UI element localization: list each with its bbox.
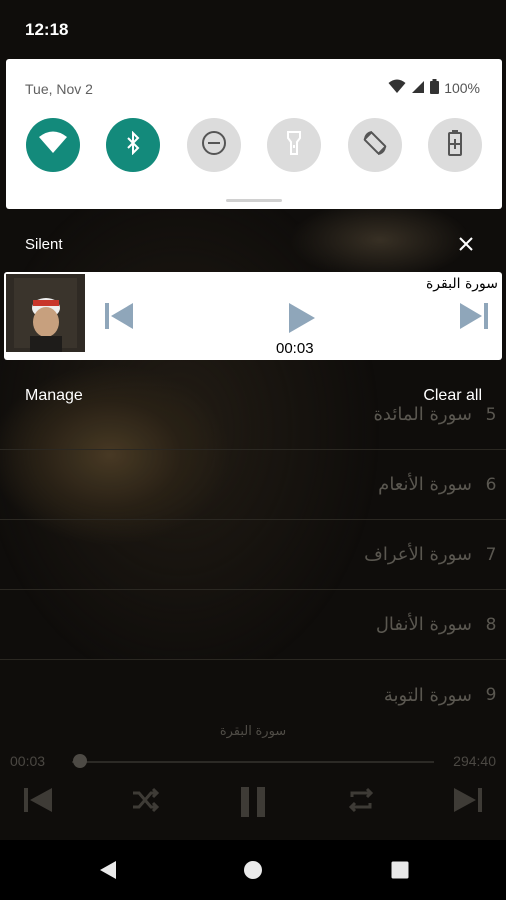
home-icon[interactable] — [241, 858, 265, 882]
player-previous-icon — [22, 785, 54, 822]
quick-settings-tiles — [26, 118, 486, 172]
player-next-icon — [452, 785, 484, 822]
wifi-icon — [38, 131, 68, 160]
qs-tile-wifi[interactable] — [26, 118, 80, 172]
player-pause-icon — [238, 785, 268, 826]
list-item-title: سورة الأنعام — [378, 474, 472, 495]
list-item-title: سورة الأنفال — [375, 614, 472, 635]
dnd-icon — [201, 130, 227, 161]
media-title: سورة البقرة — [425, 276, 498, 292]
quick-settings-panel: Tue, Nov 2 100% — [6, 59, 502, 209]
play-icon[interactable] — [288, 302, 316, 334]
player-seekbar — [72, 761, 434, 763]
player-track-title: سورة البقرة — [219, 723, 287, 738]
player-shuffle-icon — [130, 785, 160, 822]
list-item-title: سورة التوبة — [383, 684, 472, 706]
qs-date[interactable]: Tue, Nov 2 — [25, 81, 93, 97]
notification-footer: Manage Clear all — [0, 383, 506, 413]
list-item: سورة الأنعام 6 — [0, 450, 506, 520]
status-clock: 12:18 — [25, 20, 69, 39]
close-icon[interactable] — [454, 232, 478, 256]
list-item-number: 8 — [485, 614, 497, 635]
player-elapsed: 00:03 — [10, 753, 46, 769]
qs-drag-handle[interactable] — [226, 199, 282, 202]
manage-button[interactable]: Manage — [25, 387, 83, 405]
navigation-bar — [0, 840, 506, 900]
album-art-image — [6, 274, 85, 352]
recents-icon[interactable] — [388, 858, 412, 882]
list-item-number: 6 — [485, 474, 497, 495]
background-player: سورة البقرة 00:03 294:40 — [0, 715, 506, 835]
qs-tile-bluetooth[interactable] — [106, 118, 160, 172]
battery-icon — [430, 79, 440, 97]
wifi-signal-icon — [388, 79, 406, 97]
battery-percent: 100% — [444, 80, 480, 96]
player-duration: 294:40 — [453, 753, 496, 769]
skip-previous-icon[interactable] — [104, 302, 134, 330]
media-notification[interactable]: سورة البقرة 00:03 — [4, 272, 502, 360]
list-item: سورة الأعراف 7 — [0, 520, 506, 590]
qs-tile-do-not-disturb[interactable] — [187, 118, 241, 172]
notification-section-header: Silent — [0, 226, 506, 262]
qs-tile-battery-saver[interactable] — [428, 118, 482, 172]
qs-tile-auto-rotate[interactable] — [348, 118, 402, 172]
cell-signal-icon — [411, 80, 425, 97]
list-item-title: سورة الأعراف — [364, 544, 472, 565]
flashlight-icon — [286, 130, 302, 161]
skip-next-icon[interactable] — [459, 302, 489, 330]
player-seek-thumb — [73, 754, 87, 768]
media-elapsed-time: 00:03 — [276, 340, 314, 357]
bluetooth-icon — [125, 130, 141, 160]
silent-section-label: Silent — [25, 236, 63, 253]
list-item-number: 9 — [485, 685, 497, 705]
battery-saver-icon — [448, 129, 462, 161]
qs-tile-flashlight[interactable] — [267, 118, 321, 172]
list-item: سورة الأنفال 8 — [0, 590, 506, 660]
qs-status-icons: 100% — [388, 79, 480, 97]
surah-list: سورة المائدة 5 سورة الأنعام 6 سورة الأعر… — [0, 380, 506, 730]
back-icon[interactable] — [96, 858, 120, 882]
status-bar: 12:18 — [0, 0, 506, 58]
player-repeat-icon — [346, 785, 376, 822]
clear-all-button[interactable]: Clear all — [423, 387, 482, 405]
rotate-icon — [362, 130, 388, 161]
list-item-number: 7 — [485, 544, 497, 565]
